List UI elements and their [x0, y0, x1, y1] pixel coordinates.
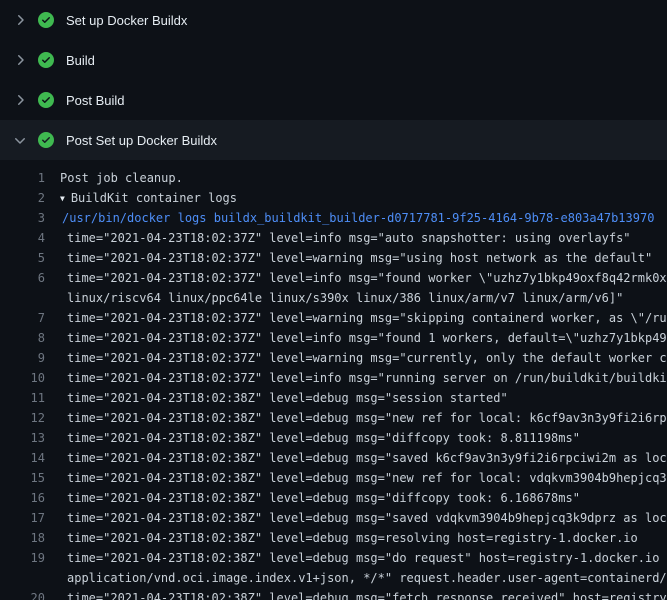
- log-line: 12 time="2021-04-23T18:02:38Z" level=deb…: [0, 408, 667, 428]
- step-row-set-up-docker-buildx[interactable]: Set up Docker Buildx: [0, 0, 667, 40]
- step-row-post-set-up-docker-buildx[interactable]: Post Set up Docker Buildx: [0, 120, 667, 160]
- steps-list: Set up Docker Buildx Build Post Build: [0, 0, 667, 160]
- log-line: 4 time="2021-04-23T18:02:37Z" level=info…: [0, 228, 667, 248]
- log-line: 18 time="2021-04-23T18:02:38Z" level=deb…: [0, 528, 667, 548]
- log-line-text: time="2021-04-23T18:02:38Z" level=debug …: [60, 528, 667, 548]
- log-line: linux/riscv64 linux/ppc64le linux/s390x …: [0, 288, 667, 308]
- log-line: 13 time="2021-04-23T18:02:38Z" level=deb…: [0, 428, 667, 448]
- log-line-text: time="2021-04-23T18:02:37Z" level=warnin…: [60, 248, 667, 268]
- log-line-number[interactable]: 2: [0, 188, 45, 208]
- log-line-text: time="2021-04-23T18:02:38Z" level=debug …: [60, 388, 667, 408]
- log-line-number[interactable]: 7: [0, 308, 45, 328]
- log-line: 16 time="2021-04-23T18:02:38Z" level=deb…: [0, 488, 667, 508]
- success-check-icon: [38, 92, 54, 108]
- log-line-text: time="2021-04-23T18:02:37Z" level=info m…: [60, 328, 667, 348]
- log-line-number[interactable]: 3: [0, 208, 45, 228]
- step-label: Post Set up Docker Buildx: [66, 133, 217, 148]
- log-line-text: time="2021-04-23T18:02:38Z" level=debug …: [60, 508, 667, 528]
- log-line-number[interactable]: 14: [0, 448, 45, 468]
- log-line-number[interactable]: 6: [0, 268, 45, 288]
- log-line: 15 time="2021-04-23T18:02:38Z" level=deb…: [0, 468, 667, 488]
- log-line-text: time="2021-04-23T18:02:37Z" level=warnin…: [60, 308, 667, 328]
- success-check-icon: [38, 132, 54, 148]
- log-line: 14 time="2021-04-23T18:02:38Z" level=deb…: [0, 448, 667, 468]
- step-label: Build: [66, 53, 95, 68]
- step-row-build[interactable]: Build: [0, 40, 667, 80]
- log-line: 1 Post job cleanup.: [0, 168, 667, 188]
- log-line: 9 time="2021-04-23T18:02:37Z" level=warn…: [0, 348, 667, 368]
- chevron-icon: [12, 92, 28, 108]
- log-line-text: time="2021-04-23T18:02:37Z" level=info m…: [60, 368, 667, 388]
- log-line-text: /usr/bin/docker logs buildx_buildkit_bui…: [60, 208, 667, 228]
- log-line-number[interactable]: 13: [0, 428, 45, 448]
- log-line-number[interactable]: 17: [0, 508, 45, 528]
- log-line-text: ▼BuildKit container logs: [60, 188, 667, 208]
- log-line-number[interactable]: 11: [0, 388, 45, 408]
- log-line: 11 time="2021-04-23T18:02:38Z" level=deb…: [0, 388, 667, 408]
- log-line-number[interactable]: 15: [0, 468, 45, 488]
- log-line-number[interactable]: 4: [0, 228, 45, 248]
- log-line-number[interactable]: 5: [0, 248, 45, 268]
- log-line-number[interactable]: [0, 288, 45, 308]
- log-line-number[interactable]: 16: [0, 488, 45, 508]
- log-line: 10 time="2021-04-23T18:02:37Z" level=inf…: [0, 368, 667, 388]
- log-line-text: time="2021-04-23T18:02:38Z" level=debug …: [60, 488, 667, 508]
- log-line-text: time="2021-04-23T18:02:38Z" level=debug …: [60, 428, 667, 448]
- log-line-text: time="2021-04-23T18:02:37Z" level=info m…: [60, 228, 667, 248]
- log-line-text: time="2021-04-23T18:02:38Z" level=debug …: [60, 448, 667, 468]
- log-line-number[interactable]: 12: [0, 408, 45, 428]
- log-lines: 1 Post job cleanup. 2 ▼BuildKit containe…: [0, 160, 667, 600]
- log-line-text: Post job cleanup.: [60, 168, 667, 188]
- disclosure-triangle-icon: ▼: [60, 189, 65, 208]
- log-line: 8 time="2021-04-23T18:02:37Z" level=info…: [0, 328, 667, 348]
- log-line: 20 time="2021-04-23T18:02:38Z" level=deb…: [0, 588, 667, 600]
- log-line-number[interactable]: 18: [0, 528, 45, 548]
- log-line: 19 time="2021-04-23T18:02:38Z" level=deb…: [0, 548, 667, 568]
- log-line-text: time="2021-04-23T18:02:38Z" level=debug …: [60, 408, 667, 428]
- log-line-number[interactable]: [0, 568, 45, 588]
- step-label: Set up Docker Buildx: [66, 13, 187, 28]
- log-line: 5 time="2021-04-23T18:02:37Z" level=warn…: [0, 248, 667, 268]
- log-line: application/vnd.oci.image.index.v1+json,…: [0, 568, 667, 588]
- log-line-number[interactable]: 1: [0, 168, 45, 188]
- log-group-header[interactable]: 2 ▼BuildKit container logs: [0, 188, 667, 208]
- log-line-number[interactable]: 20: [0, 588, 45, 600]
- step-row-post-build[interactable]: Post Build: [0, 80, 667, 120]
- chevron-icon: [12, 12, 28, 28]
- chevron-icon: [12, 132, 28, 148]
- log-line-number[interactable]: 8: [0, 328, 45, 348]
- log-line-text: linux/riscv64 linux/ppc64le linux/s390x …: [60, 288, 667, 308]
- success-check-icon: [38, 12, 54, 28]
- log-line-text: time="2021-04-23T18:02:37Z" level=warnin…: [60, 348, 667, 368]
- log-line-text: time="2021-04-23T18:02:37Z" level=info m…: [60, 268, 667, 288]
- chevron-icon: [12, 52, 28, 68]
- log-line-number[interactable]: 9: [0, 348, 45, 368]
- log-line-number[interactable]: 10: [0, 368, 45, 388]
- log-line: 3 /usr/bin/docker logs buildx_buildkit_b…: [0, 208, 667, 228]
- log-line: 7 time="2021-04-23T18:02:37Z" level=warn…: [0, 308, 667, 328]
- log-line: 17 time="2021-04-23T18:02:38Z" level=deb…: [0, 508, 667, 528]
- success-check-icon: [38, 52, 54, 68]
- step-label: Post Build: [66, 93, 125, 108]
- log-line-text: time="2021-04-23T18:02:38Z" level=debug …: [60, 588, 667, 600]
- log-line-text: application/vnd.oci.image.index.v1+json,…: [60, 568, 667, 588]
- log-line-number[interactable]: 19: [0, 548, 45, 568]
- log-line: 6 time="2021-04-23T18:02:37Z" level=info…: [0, 268, 667, 288]
- log-line-text: time="2021-04-23T18:02:38Z" level=debug …: [60, 548, 667, 568]
- log-line-text: time="2021-04-23T18:02:38Z" level=debug …: [60, 468, 667, 488]
